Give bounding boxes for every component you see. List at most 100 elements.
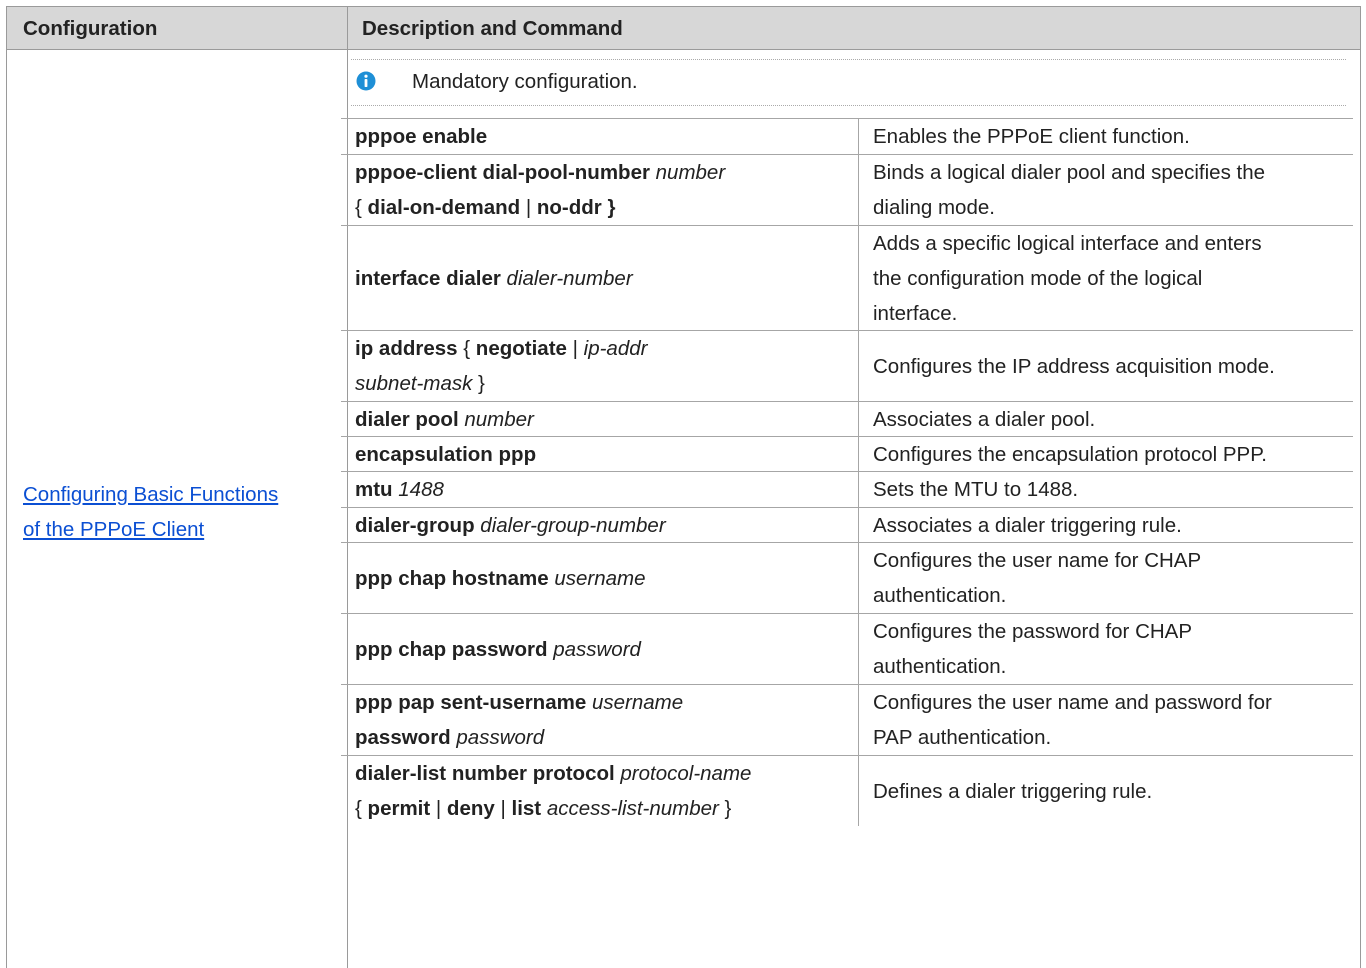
command-argument: username [554,566,646,590]
command-argument: subnet-mask [355,372,473,395]
command-argument: password [553,637,641,661]
table-row: dialer pool number Associates a dialer po… [341,402,1353,437]
description-line: dialing mode. [873,196,995,219]
description-line: Associates a dialer triggering rule. [873,513,1182,537]
command-syntax: | [494,797,512,820]
command-cell: pppoe enable [341,119,859,154]
command-syntax: } [718,797,732,820]
table-row: ppp chap hostname username Configures the… [341,543,1353,614]
description-cell: Enables the PPPoE client function. [859,119,1353,154]
description-line: Configures the user name and password fo… [873,691,1272,714]
command-keyword: mtu [355,478,399,501]
description-line: Adds a specific logical interface and en… [873,231,1262,255]
description-cell: Adds a specific logical interface and en… [859,226,1353,330]
command-argument: password [456,726,545,749]
command-syntax: { [457,337,476,360]
description-cell: Configures the encapsulation protocol PP… [859,437,1353,471]
command-syntax: } [472,372,485,395]
description-line: Configures the user name for CHAP [873,549,1202,572]
description-line: Configures the IP address acquisition mo… [873,354,1275,378]
command-keyword: permit [367,797,431,820]
command-argument: ip-addr [583,337,648,360]
description-cell: Configures the IP address acquisition mo… [859,331,1353,401]
info-icon [356,71,376,91]
command-keyword: ppp chap hostname [355,566,555,590]
command-argument: protocol-name [620,762,752,785]
command-keyword: dialer pool [355,407,465,431]
table-row: pppoe enable Enables the PPPoE client fun… [341,119,1353,155]
description-cell: Associates a dialer pool. [859,402,1353,436]
description-cell: Associates a dialer triggering rule. [859,508,1353,542]
header-description-command: Description and Command [362,17,623,40]
command-syntax: { [355,196,368,219]
configuring-basic-functions-link[interactable]: Configuring Basic Functions of the PPPoE… [23,477,278,547]
description-line: Associates a dialer pool. [873,407,1096,431]
command-cell: pppoe-client dial-pool-number number { di… [341,155,859,225]
description-cell: Configures the user name for CHAP authent… [859,543,1353,613]
command-cell: dialer-list number protocol protocol-nam… [341,756,859,826]
description-cell: Sets the MTU to 1488. [859,472,1353,507]
command-argument: dialer-group-number [480,513,666,537]
command-cell: dialer-group dialer-group-number [341,508,859,542]
command-keyword: ip address [355,337,458,360]
description-line: authentication. [873,584,1007,607]
command-cell: dialer pool number [341,402,859,436]
command-syntax: { [355,797,368,820]
command-argument: number [655,161,726,184]
command-keyword: list [511,797,547,820]
table-row: ppp pap sent-username username password p… [341,685,1353,756]
table-row: ppp chap password password Configures the… [341,614,1353,685]
command-argument: dialer-number [506,266,633,290]
command-keyword: password [355,726,457,749]
header-configuration: Configuration [23,17,158,40]
command-keyword: deny [446,797,495,820]
command-keyword: no-ddr } [536,196,616,219]
mandatory-note: Mandatory configuration. [351,59,1346,106]
command-cell: interface dialer dialer-number [341,226,859,330]
command-syntax: | [430,797,447,820]
description-cell: Binds a logical dialer pool and specifie… [859,155,1353,225]
table-row: pppoe-client dial-pool-number number { di… [341,155,1353,226]
command-argument: username [591,691,684,714]
description-line: authentication. [873,655,1007,678]
command-keyword: ppp chap password [355,637,554,661]
description-line: Configures the password for CHAP [873,620,1193,643]
table-row: ip address { negotiate | ip-addr subnet-m… [341,331,1353,402]
command-cell: ppp pap sent-username username password p… [341,685,859,755]
description-cell: Configures the user name and password fo… [859,685,1353,755]
command-keyword: dialer-group [355,513,481,537]
command-keyword: pppoe-client dial-pool-number [355,161,656,184]
link-line-2[interactable]: of the PPPoE Client [23,512,278,547]
link-line-1[interactable]: Configuring Basic Functions [23,477,278,512]
table-row: encapsulation ppp Configures the encapsul… [341,437,1353,472]
description-line: the configuration mode of the logical [873,266,1203,290]
description-line: Defines a dialer triggering rule. [873,779,1153,803]
command-cell: encapsulation ppp [341,437,859,471]
description-line: interface. [873,301,958,325]
command-rows: pppoe enable Enables the PPPoE client fun… [341,119,1353,826]
description-line: PAP authentication. [873,726,1052,749]
command-cell: mtu 1488 [341,472,859,507]
command-keyword: negotiate [475,337,567,360]
command-argument: access-list-number [546,797,719,820]
description-line: Sets the MTU to 1488. [873,478,1079,501]
description-line: Configures the encapsulation protocol PP… [873,442,1267,466]
command-keyword: pppoe enable [355,125,488,148]
command-keyword: ppp pap sent-username [355,691,592,714]
description-line: Binds a logical dialer pool and specifie… [873,161,1266,184]
description-cell: Configures the password for CHAP authenti… [859,614,1353,684]
note-text: Mandatory configuration. [412,70,638,93]
command-argument: number [464,407,534,431]
table-row: interface dialer dialer-number Adds a spe… [341,226,1353,331]
command-cell: ppp chap hostname username [341,543,859,613]
description-cell: Defines a dialer triggering rule. [859,756,1353,826]
command-keyword: encapsulation ppp [355,442,537,466]
command-keyword: dial-on-demand [367,196,521,219]
command-argument: 1488 [398,478,444,501]
command-cell: ip address { negotiate | ip-addr subnet-m… [341,331,859,401]
command-syntax: | [520,196,537,219]
description-line: Enables the PPPoE client function. [873,125,1190,148]
command-keyword: dialer-list number protocol [355,762,621,785]
command-syntax: | [566,337,584,360]
table-row: dialer-list number protocol protocol-nam… [341,756,1353,826]
